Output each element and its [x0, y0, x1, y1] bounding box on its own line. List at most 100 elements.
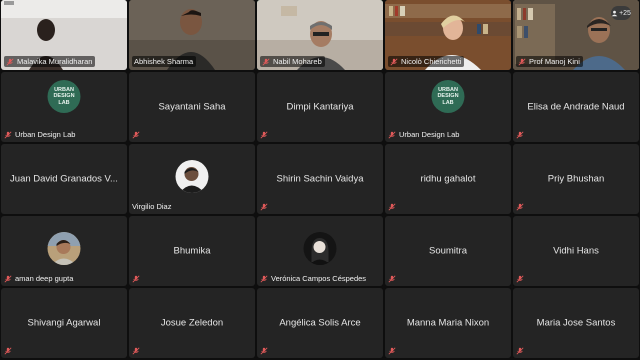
- muted-mic-icon: [388, 275, 396, 283]
- muted-mic-icon: [132, 131, 140, 139]
- participant-name: Priy Bhushan: [547, 173, 605, 185]
- participant-label: [516, 275, 524, 283]
- participant-tile[interactable]: aman deep gupta: [1, 216, 127, 286]
- muted-mic-icon: [260, 347, 268, 355]
- video-tile-abhishek[interactable]: Abhishek Sharma: [129, 0, 255, 70]
- participant-tile[interactable]: Maria Jose Santos: [513, 288, 639, 358]
- participant-tile[interactable]: Priy Bhushan: [513, 144, 639, 214]
- muted-mic-icon: [4, 347, 12, 355]
- video-tile-manoj[interactable]: +25 Prof Manoj Kini: [513, 0, 639, 70]
- participant-label: [516, 203, 524, 211]
- muted-mic-icon: [132, 275, 140, 283]
- muted-mic-icon: [132, 347, 140, 355]
- muted-mic-icon: [388, 131, 396, 138]
- participant-tile[interactable]: Vidhi Hans: [513, 216, 639, 286]
- participant-name: Dimpi Kantariya: [286, 101, 354, 113]
- participant-label: Virgilio Diaz: [132, 202, 171, 211]
- participant-label: Abhishek Sharma: [132, 56, 197, 67]
- participant-tile[interactable]: Josue Zeledon: [129, 288, 255, 358]
- participant-name: Abhishek Sharma: [134, 57, 194, 66]
- participant-label: Verónica Campos Céspedes: [260, 274, 366, 283]
- muted-mic-icon: [4, 275, 12, 282]
- participant-tile[interactable]: Shirin Sachin Vaidya: [257, 144, 383, 214]
- urban-design-lab-logo: URBAN DESIGN LAB: [47, 80, 81, 113]
- participant-name: Urban Design Lab: [399, 130, 460, 139]
- participant-label: [260, 347, 268, 355]
- more-participants-badge[interactable]: +25: [611, 6, 631, 20]
- participant-tile[interactable]: Soumitra: [385, 216, 511, 286]
- participant-name: Maria Jose Santos: [536, 317, 616, 329]
- participant-name: ridhu gahalot: [420, 173, 476, 185]
- participant-tile[interactable]: Juan David Granados V...: [1, 144, 127, 214]
- participant-name: Nicolò Chierichetti: [401, 57, 462, 66]
- participant-name: Elisa de Andrade Naud: [527, 101, 625, 113]
- logo-text: URBAN DESIGN LAB: [53, 86, 75, 106]
- participant-tile[interactable]: URBAN DESIGN LAB Urban Design Lab: [1, 72, 127, 142]
- more-people-icon: [611, 10, 618, 16]
- participant-name: Prof Manoj Kini: [529, 57, 580, 66]
- participant-tile[interactable]: Verónica Campos Céspedes: [257, 216, 383, 286]
- video-tile-nicolo[interactable]: Nicolò Chierichetti: [385, 0, 511, 70]
- participant-name: Angélica Solis Arce: [279, 317, 361, 329]
- participant-name: Bhumika: [173, 245, 211, 257]
- participant-name: Shivangi Agarwal: [27, 317, 101, 329]
- participant-label: [516, 131, 524, 139]
- participant-name: Malavika Muralidharan: [17, 57, 93, 66]
- participant-name: Juan David Granados V...: [10, 173, 118, 185]
- participant-tile[interactable]: Elisa de Andrade Naud: [513, 72, 639, 142]
- participant-label: [388, 203, 396, 211]
- avatar-image: [47, 232, 81, 265]
- avatar-image: [175, 160, 209, 193]
- muted-mic-icon: [262, 58, 270, 65]
- avatar: [47, 232, 81, 265]
- participant-tile[interactable]: Angélica Solis Arce: [257, 288, 383, 358]
- participant-name: Urban Design Lab: [15, 130, 76, 139]
- participant-grid: Malavika Muralidharan Abhishek Sharma Na…: [1, 0, 639, 358]
- participant-tile[interactable]: URBAN DESIGN LAB Urban Design Lab: [385, 72, 511, 142]
- avatar: [175, 160, 209, 193]
- participant-label: Urban Design Lab: [388, 130, 459, 139]
- participant-name: Nabil Mohareb: [273, 57, 322, 66]
- participant-label: [4, 347, 12, 355]
- muted-mic-icon: [388, 203, 396, 211]
- participant-tile[interactable]: Dimpi Kantariya: [257, 72, 383, 142]
- participant-name: Virgilio Diaz: [132, 202, 172, 211]
- participant-label: Nabil Mohareb: [260, 56, 325, 67]
- muted-mic-icon: [516, 203, 524, 211]
- muted-mic-icon: [516, 131, 524, 139]
- participant-tile[interactable]: Shivangi Agarwal: [1, 288, 127, 358]
- participant-tile[interactable]: ridhu gahalot: [385, 144, 511, 214]
- participant-label: [388, 275, 396, 283]
- participant-tile[interactable]: Manna Maria Nixon: [385, 288, 511, 358]
- participant-label: [516, 347, 524, 355]
- muted-mic-icon: [388, 347, 396, 355]
- participant-label: Nicolò Chierichetti: [388, 56, 465, 67]
- muted-mic-icon: [390, 58, 398, 65]
- video-tile-malavika[interactable]: Malavika Muralidharan: [1, 0, 127, 70]
- participant-label: [132, 347, 140, 355]
- participant-label: [388, 347, 396, 355]
- avatar: [303, 232, 337, 265]
- participant-label: Urban Design Lab: [4, 130, 75, 139]
- muted-mic-icon: [516, 347, 524, 355]
- urban-design-lab-logo: URBAN DESIGN LAB: [431, 80, 465, 113]
- video-tile-nabil[interactable]: Nabil Mohareb: [257, 0, 383, 70]
- muted-mic-icon: [518, 58, 526, 65]
- participant-label: [260, 131, 268, 139]
- more-participants-count: +25: [619, 9, 631, 17]
- participant-label: Prof Manoj Kini: [516, 56, 583, 67]
- participant-tile[interactable]: Bhumika: [129, 216, 255, 286]
- participant-tile[interactable]: Sayantani Saha: [129, 72, 255, 142]
- participant-label: [132, 131, 140, 139]
- participant-name: Soumitra: [428, 245, 467, 257]
- participant-name: aman deep gupta: [15, 274, 74, 283]
- participant-tile[interactable]: Virgilio Diaz: [129, 144, 255, 214]
- participant-label: [132, 275, 140, 283]
- participant-label: Malavika Muralidharan: [4, 56, 96, 67]
- participant-name: Vidhi Hans: [553, 245, 599, 257]
- muted-mic-icon: [6, 58, 14, 65]
- participant-name: Manna Maria Nixon: [406, 317, 490, 329]
- muted-mic-icon: [4, 131, 12, 138]
- logo-text: URBAN DESIGN LAB: [437, 86, 459, 106]
- muted-mic-icon: [260, 275, 268, 282]
